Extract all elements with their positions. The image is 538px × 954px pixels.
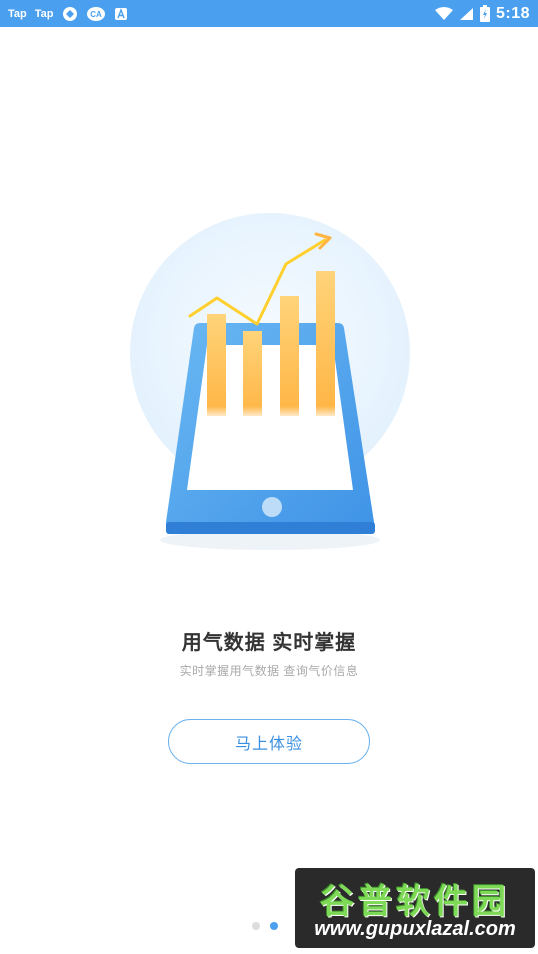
watermark-url: www.gupuxlazal.com: [314, 918, 516, 940]
try-now-button[interactable]: 马上体验: [168, 719, 370, 764]
clock: 5:18: [495, 4, 530, 22]
svg-text:CA: CA: [90, 10, 102, 19]
page-indicator: [252, 922, 278, 930]
page-dot-1[interactable]: [252, 922, 260, 930]
sync-icon: [62, 6, 78, 22]
ca-app-icon: CA: [86, 6, 106, 22]
font-app-icon: [114, 7, 128, 21]
taptap-app-label-2: Tap: [34, 7, 54, 20]
watermark: 谷普软件园 www.gupuxlazal.com: [295, 868, 535, 948]
signal-icon: [459, 7, 474, 21]
status-bar: Tap Tap CA 5:18: [0, 0, 538, 27]
wifi-icon: [434, 6, 453, 21]
watermark-title: 谷普软件园: [320, 883, 510, 921]
battery-charging-icon: [479, 5, 490, 22]
page-title: 用气数据 实时掌握: [181, 632, 357, 654]
page-dot-2[interactable]: [270, 922, 278, 930]
onboarding-illustration: [120, 210, 420, 570]
page-subtitle: 实时掌握用气数据 查询气价信息: [179, 664, 359, 678]
taptap-app-label-1: Tap: [8, 7, 27, 20]
